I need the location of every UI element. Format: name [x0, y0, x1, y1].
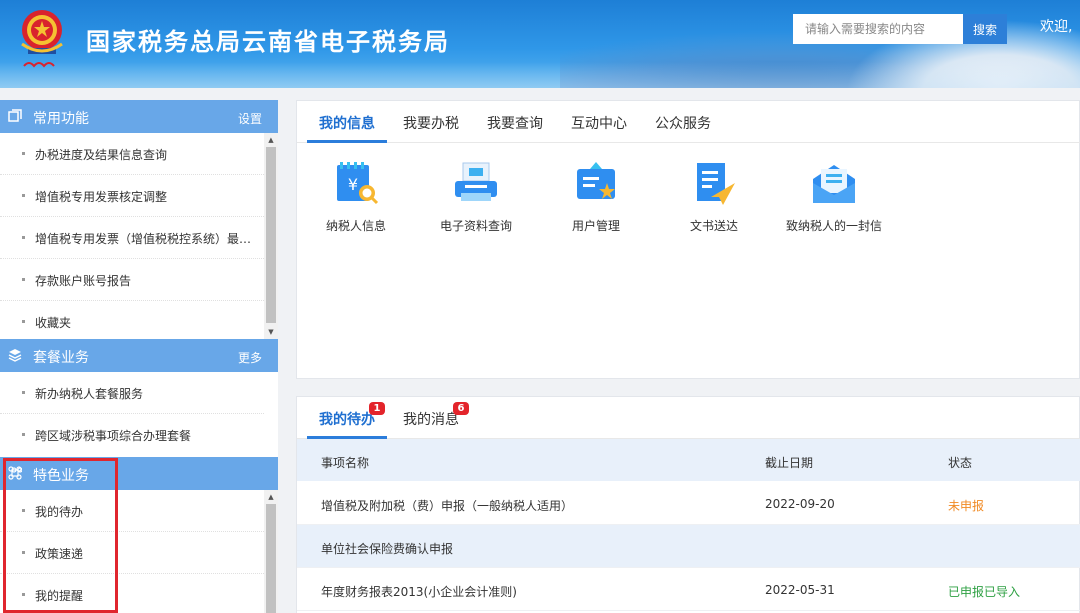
scrollbar-thumb[interactable] [266, 147, 276, 323]
document-delivery-icon [697, 163, 735, 205]
site-header: 国家税务总局云南省电子税务局 搜索 欢迎, [0, 0, 1080, 88]
sidebar-item-label: 收藏夹 [35, 316, 72, 330]
sidebar-item-label: 新办纳税人套餐服务 [35, 387, 144, 401]
tab-interaction-center[interactable]: 互动中心 [571, 113, 627, 133]
tab-tax-handling[interactable]: 我要办税 [403, 113, 459, 133]
bullet [22, 152, 25, 155]
copy-icon [8, 109, 22, 122]
sidebar-item[interactable]: 增值税专用发票（增值税税控系统）最高开票限额申请 [0, 217, 264, 259]
bullet [22, 236, 25, 239]
column-header-status: 状态 [948, 456, 973, 470]
task-deadline: 2022-05-31 [765, 583, 835, 597]
sidebar-item-label: 增值税专用发票（增值税税控系统）最高开票限额申请 [35, 232, 260, 246]
app-e-document-query[interactable]: 电子资料查询 [421, 159, 531, 234]
app-document-delivery[interactable]: 文书送达 [659, 159, 769, 234]
taxpayer-info-icon: ¥ [337, 162, 379, 205]
svg-text:¥: ¥ [348, 175, 358, 194]
app-label: 致纳税人的一封信 [785, 219, 882, 233]
task-name[interactable]: 年度财务报表2013(小企业会计准则) [321, 583, 517, 600]
section-header-common-functions[interactable]: 常用功能 设置 [0, 100, 278, 133]
layers-icon [8, 349, 22, 362]
search-button[interactable]: 搜索 [963, 14, 1007, 44]
site-title: 国家税务总局云南省电子税务局 [86, 28, 450, 56]
app-letter-to-taxpayers[interactable]: 致纳税人的一封信 [779, 159, 889, 234]
highlight-box [3, 458, 118, 613]
sidebar-item[interactable]: 新办纳税人套餐服务 [0, 372, 264, 414]
tab-my-messages[interactable]: 我的消息 [403, 409, 459, 429]
section-title: 常用功能 [33, 111, 89, 127]
sidebar-item[interactable]: 收藏夹 [0, 301, 264, 343]
task-status: 未申报 [948, 499, 985, 513]
app-taxpayer-info[interactable]: ¥ 纳税人信息 [301, 159, 411, 234]
todo-tab-bar: 我的待办 1 我的消息 6 [297, 397, 1080, 439]
sidebar-item-label: 存款账户账号报告 [35, 274, 132, 288]
table-row[interactable]: 单位社会保险费确认申报 [297, 525, 1080, 568]
table-row[interactable]: 年度财务报表2013(小企业会计准则) 2022-05-31 已申报已导入 [297, 568, 1080, 611]
scrollbar-common[interactable]: ▲ ▼ [264, 133, 278, 339]
app-label: 用户管理 [571, 219, 620, 233]
bullet [22, 391, 25, 394]
bullet [22, 433, 25, 436]
sidebar-item-label: 增值税专用发票核定调整 [35, 190, 168, 204]
app-label: 电子资料查询 [439, 219, 512, 233]
scroll-up-arrow[interactable]: ▲ [264, 135, 278, 145]
task-name[interactable]: 单位社会保险费确认申报 [321, 540, 453, 557]
header-haze [0, 62, 1080, 88]
scroll-up-arrow[interactable]: ▲ [264, 492, 278, 502]
todo-panel: 我的待办 1 我的消息 6 事项名称 截止日期 状态 增值税及附加税（费）申报（… [296, 396, 1080, 613]
search-input[interactable] [793, 14, 963, 44]
sidebar-item[interactable]: 存款账户账号报告 [0, 259, 264, 301]
app-label: 文书送达 [689, 219, 738, 233]
bullet [22, 320, 25, 323]
section-header-package-business[interactable]: 套餐业务 更多 [0, 339, 278, 372]
todo-count-badge: 1 [369, 402, 385, 415]
tab-public-service[interactable]: 公众服务 [655, 113, 711, 133]
app-label: 纳税人信息 [325, 219, 386, 233]
user-management-icon [577, 162, 615, 199]
scrollbar-featured[interactable]: ▲ [264, 490, 278, 613]
table-header: 事项名称 截止日期 状态 [297, 439, 1080, 481]
scroll-down-arrow[interactable]: ▼ [264, 327, 278, 337]
column-header-name: 事项名称 [321, 456, 370, 470]
sidebar-item-label: 跨区域涉税事项综合办理套餐 [35, 429, 192, 443]
main-tab-bar: 我的信息 我要办税 我要查询 互动中心 公众服务 [297, 101, 1080, 143]
tab-query[interactable]: 我要查询 [487, 113, 543, 133]
sidebar-item[interactable]: 办税进度及结果信息查询 [0, 133, 264, 175]
messages-count-badge: 6 [453, 402, 469, 415]
table-row[interactable]: 增值税及附加税（费）申报（一般纳税人适用） 2022-09-20 未申报 [297, 482, 1080, 525]
tab-my-todo[interactable]: 我的待办 [319, 409, 375, 429]
bullet [22, 278, 25, 281]
tab-my-info[interactable]: 我的信息 [319, 113, 375, 133]
bullet [22, 194, 25, 197]
sidebar-item[interactable]: 跨区域涉税事项综合办理套餐 [0, 414, 264, 456]
section-title: 套餐业务 [33, 350, 89, 366]
sidebar-item[interactable]: 增值税专用发票核定调整 [0, 175, 264, 217]
active-tab-indicator [307, 140, 387, 143]
letter-icon [813, 165, 855, 203]
settings-link[interactable]: 设置 [238, 110, 262, 127]
app-user-management[interactable]: 用户管理 [541, 159, 651, 234]
welcome-text: 欢迎, [1040, 19, 1073, 35]
task-status: 已申报已导入 [948, 585, 1021, 599]
task-deadline: 2022-09-20 [765, 497, 835, 511]
scrollbar-thumb[interactable] [266, 504, 276, 613]
national-emblem-icon [21, 10, 63, 68]
column-header-deadline: 截止日期 [765, 456, 814, 470]
e-document-query-icon [455, 162, 497, 201]
my-info-panel: 我的信息 我要办税 我要查询 互动中心 公众服务 ¥ 纳税人信息 电子资料查询 [296, 100, 1080, 379]
sidebar-item-label: 办税进度及结果信息查询 [35, 148, 168, 162]
task-name[interactable]: 增值税及附加税（费）申报（一般纳税人适用） [321, 497, 573, 514]
more-link[interactable]: 更多 [238, 349, 262, 366]
